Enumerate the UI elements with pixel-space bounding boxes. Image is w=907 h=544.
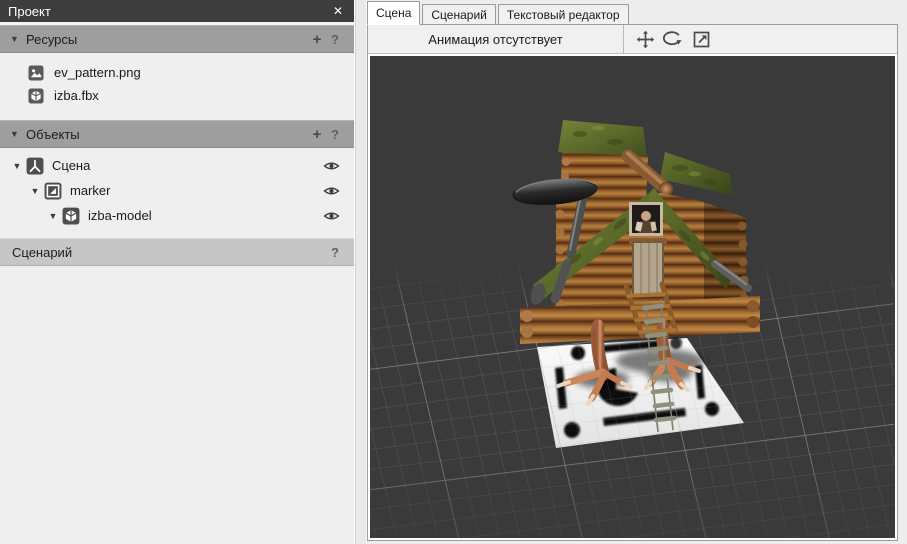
tab-label: Сцена (376, 6, 412, 20)
section-label: Объекты (26, 126, 80, 142)
help-button[interactable]: ? (326, 32, 344, 47)
resource-item-ev-pattern[interactable]: ev_pattern.png (0, 61, 354, 84)
tree-item-label: Сцена (52, 158, 91, 173)
visibility-eye-icon[interactable] (323, 184, 340, 198)
tab-label: Сценарий (431, 7, 487, 22)
add-button[interactable]: + (308, 126, 326, 143)
chevron-down-icon[interactable]: ▼ (44, 211, 62, 221)
help-button[interactable]: ? (326, 127, 344, 142)
panel-empty-area (0, 266, 354, 544)
section-header-resources[interactable]: ▼ Ресурсы + ? (0, 25, 354, 53)
chevron-down-icon[interactable]: ▼ (8, 161, 26, 171)
model-icon (62, 207, 80, 224)
scene-viewport[interactable] (370, 56, 895, 538)
scale-icon (693, 31, 709, 47)
tab-scene[interactable]: Сцена (367, 1, 421, 25)
marker-icon (44, 182, 62, 199)
tree-item-izba-model[interactable]: ▼ izba-model (0, 203, 354, 228)
resource-label: ev_pattern.png (54, 65, 141, 80)
chevron-down-icon[interactable]: ▼ (10, 34, 26, 44)
app-window: Проект ✕ ▼ Ресурсы + ? ev_pattern.png iz… (0, 0, 907, 544)
tree-item-label: marker (70, 183, 111, 198)
editor-tabbar: Сцена Сценарий Текстовый редактор (367, 0, 898, 25)
izba-window (629, 202, 663, 236)
viewport-canvas[interactable] (370, 56, 894, 538)
close-icon[interactable]: ✕ (330, 4, 346, 18)
panel-splitter[interactable] (355, 0, 367, 544)
rotate-tool-button[interactable] (662, 28, 684, 50)
move-tool-button[interactable] (634, 28, 656, 50)
chevron-down-icon[interactable]: ▼ (10, 129, 26, 139)
tab-label: Текстовый редактор (506, 7, 620, 22)
animation-status: Анимация отсутствует (368, 25, 624, 53)
transform-tools (624, 25, 712, 53)
tab-text-editor[interactable]: Текстовый редактор (497, 4, 629, 24)
model-file-icon (28, 88, 44, 103)
tree-item-marker[interactable]: ▼ marker (0, 178, 354, 203)
tree-item-scene[interactable]: ▼ Сцена (0, 153, 354, 178)
resource-list: ev_pattern.png izba.fbx (0, 53, 354, 120)
editor-area: Сцена Сценарий Текстовый редактор Анимац… (367, 0, 907, 544)
section-label: Ресурсы (26, 31, 78, 47)
scene-tab-content: Анимация отсутствует (367, 24, 898, 541)
section-label: Сценарий (12, 244, 73, 260)
image-file-icon (28, 65, 44, 80)
resource-item-izba-fbx[interactable]: izba.fbx (0, 84, 354, 107)
rotate-icon (663, 31, 682, 46)
scene-icon (26, 157, 44, 174)
objects-tree: ▼ Сцена ▼ marker ▼ izba-model (0, 148, 354, 238)
project-panel: Проект ✕ ▼ Ресурсы + ? ev_pattern.png iz… (0, 0, 355, 544)
section-header-objects[interactable]: ▼ Объекты + ? (0, 120, 354, 148)
visibility-eye-icon[interactable] (323, 209, 340, 223)
section-header-scenario[interactable]: Сценарий ? (0, 238, 354, 266)
viewport-toolbar: Анимация отсутствует (368, 25, 897, 54)
project-panel-titlebar: Проект ✕ (0, 0, 354, 22)
tab-scenario[interactable]: Сценарий (422, 4, 496, 24)
help-button[interactable]: ? (326, 245, 344, 260)
resource-label: izba.fbx (54, 88, 99, 103)
add-button[interactable]: + (308, 31, 326, 48)
chevron-down-icon[interactable]: ▼ (26, 186, 44, 196)
panel-title: Проект (8, 3, 51, 19)
tree-item-label: izba-model (88, 208, 152, 223)
move-icon (636, 30, 654, 48)
scale-tool-button[interactable] (690, 28, 712, 50)
visibility-eye-icon[interactable] (323, 159, 340, 173)
